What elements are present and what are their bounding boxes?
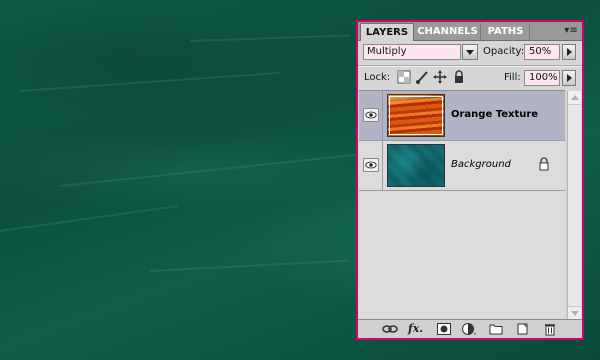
fill-slider-button[interactable] [562,70,576,86]
new-group-icon[interactable] [488,322,504,336]
opacity-label: Opacity: [483,46,525,57]
layer-row-orange-texture[interactable]: Orange Texture [359,91,565,141]
blend-mode-select[interactable]: Multiply [363,44,461,60]
layers-panel: LAYERS CHANNELS PATHS ▾≡ Multiply Opacit… [356,20,584,340]
lock-transparent-pixels-icon[interactable] [397,70,411,84]
adjustment-layer-icon[interactable] [461,322,477,336]
lock-all-icon[interactable] [452,70,466,84]
eye-icon[interactable] [363,108,379,122]
opacity-slider-button[interactable] [562,44,576,60]
layer-thumbnail[interactable] [387,144,445,187]
fx-icon[interactable]: fx. [408,322,424,336]
canvas-streak [189,34,350,42]
lock-row: Lock: Fill: 100% [358,67,582,89]
visibility-cell[interactable] [359,141,383,190]
move-icon[interactable] [433,70,447,84]
layers-scrollbar[interactable] [567,91,581,320]
new-layer-icon[interactable] [515,322,531,336]
fill-field[interactable]: 100% [524,70,560,86]
brush-icon[interactable] [415,70,429,84]
layer-lock-icon [539,157,549,171]
blend-mode-dropdown-arrow[interactable] [462,44,478,60]
trash-icon[interactable] [542,322,558,336]
layer-row-background[interactable]: Background [359,141,565,191]
canvas-streak [0,204,179,232]
fill-label: Fill: [504,72,521,83]
tab-paths[interactable]: PATHS [482,23,530,40]
canvas-streak [149,259,350,272]
panel-tabs: LAYERS CHANNELS PATHS ▾≡ [358,22,582,41]
scroll-up-arrow[interactable] [568,91,581,105]
panel-bottom-toolbar: fx. [358,319,582,338]
scroll-down-arrow[interactable] [568,306,581,320]
layers-list: Orange Texture Background [359,90,565,321]
blend-row: Multiply Opacity: 50% [358,41,582,63]
visibility-cell[interactable] [359,91,383,140]
tab-channels[interactable]: CHANNELS [415,23,481,40]
eye-icon[interactable] [363,158,379,172]
lock-label: Lock: [364,72,391,83]
layer-name[interactable]: Orange Texture [451,109,538,120]
add-mask-icon[interactable] [436,322,452,336]
layer-name[interactable]: Background [451,159,511,170]
layer-thumbnail[interactable] [387,94,445,137]
canvas-streak [19,71,280,92]
opacity-field[interactable]: 50% [524,44,560,60]
link-layers-icon[interactable] [382,322,398,336]
tab-layers[interactable]: LAYERS [360,23,414,41]
panel-menu-icon[interactable]: ▾≡ [563,24,579,38]
canvas-streak [59,153,359,187]
